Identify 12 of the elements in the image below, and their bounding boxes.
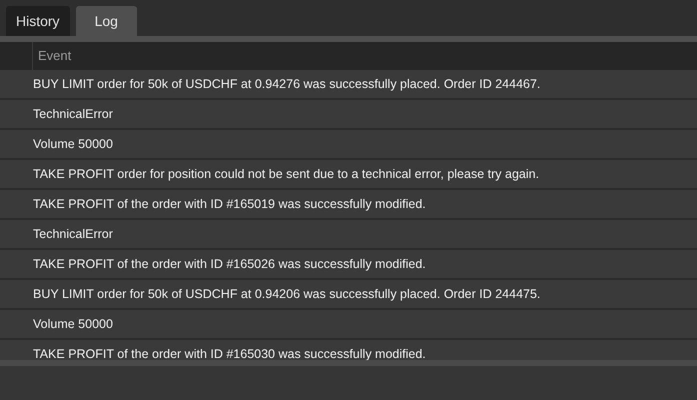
table-cell: TAKE PROFIT order for position could not be sent due to a technical error, please try again. — [0, 160, 697, 188]
tab[interactable]: History — [6, 6, 70, 36]
table-cell: BUY LIMIT order for 50k of USDCHF at 0.94206 was successfully placed. Order ID 244475. — [0, 280, 697, 308]
table-cell: Volume 50000 — [0, 130, 697, 158]
table-cell: TechnicalError — [0, 100, 697, 128]
table-cell: BUY LIMIT order for 50k of USDCHF at 0.94276 was successfully placed. Order ID 244467. — [0, 70, 697, 98]
table-cell: TAKE PROFIT of the order with ID #165019 was successfully modified. — [0, 190, 697, 218]
table-cell: TAKE PROFIT of the order with ID #165030 was successfully modified. — [0, 340, 697, 360]
table-cell: TAKE PROFIT of the order with ID #165026 was successfully modified. — [0, 250, 697, 278]
table-cell: TechnicalError — [0, 220, 697, 248]
tab[interactable]: Log — [76, 6, 137, 36]
table-cell: Volume 50000 — [0, 310, 697, 338]
